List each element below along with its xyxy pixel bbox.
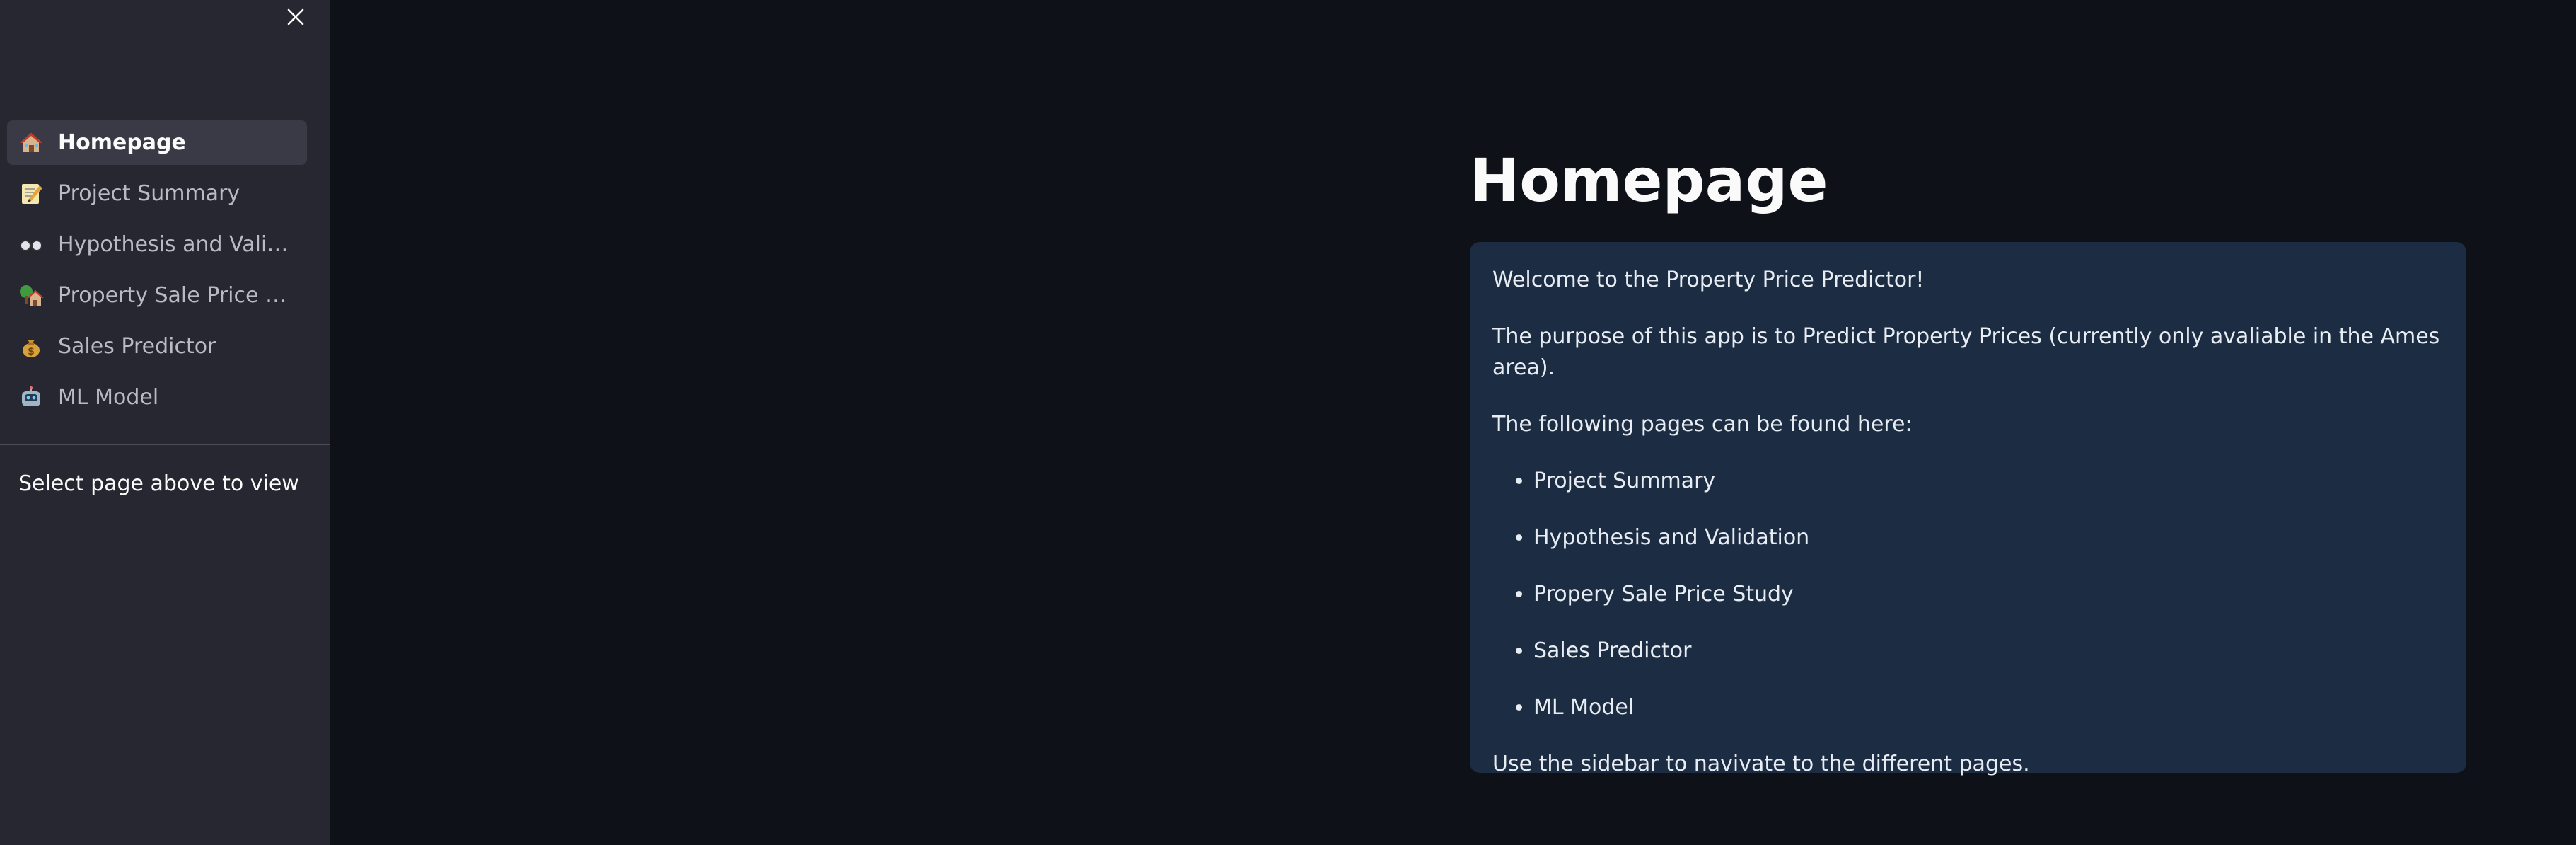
sidebar-item-label: Property Sale Price Stu…: [58, 283, 298, 308]
list-item: ML Model: [1533, 692, 2444, 723]
sidebar: Homepage Project Summary Hypothesis and …: [0, 0, 330, 845]
house-tree-icon: [18, 283, 44, 309]
list-item: Project Summary: [1533, 466, 2444, 497]
footer-text: Use the sidebar to navivate to the diffe…: [1492, 752, 2030, 776]
sidebar-item-label: Hypothesis and Validat…: [58, 232, 298, 257]
sidebar-item-homepage[interactable]: Homepage: [7, 120, 307, 165]
sidebar-note: Select page above to view: [18, 471, 299, 496]
svg-text:$: $: [28, 346, 35, 357]
close-sidebar-button[interactable]: [280, 1, 311, 33]
list-item: Propery Sale Price Study: [1533, 579, 2444, 610]
page-title: Homepage: [1470, 146, 1828, 215]
money-bag-icon: $: [18, 334, 44, 360]
sidebar-item-label: Project Summary: [58, 181, 240, 206]
purpose-text: The purpose of this app is to Predict Pr…: [1492, 324, 2440, 380]
info-box: Welcome to the Property Price Predictor!…: [1470, 242, 2466, 776]
memo-icon: [18, 181, 44, 207]
sidebar-divider: [0, 444, 330, 445]
app-window: Homepage Project Summary Hypothesis and …: [0, 0, 2576, 845]
house-icon: [18, 130, 44, 156]
sidebar-item-sales-predictor[interactable]: $ Sales Predictor: [7, 324, 307, 369]
robot-icon: [18, 385, 44, 410]
main-content: Homepage Welcome to the Property Price P…: [330, 0, 2576, 845]
list-item: Hypothesis and Validation: [1533, 522, 2444, 553]
sidebar-item-hypothesis[interactable]: Hypothesis and Validat…: [7, 222, 307, 267]
sidebar-nav: Homepage Project Summary Hypothesis and …: [7, 120, 307, 426]
close-icon: [287, 8, 304, 25]
glasses-icon: [18, 232, 44, 258]
pages-list: Project Summary Hypothesis and Validatio…: [1492, 466, 2444, 723]
sidebar-item-property-study[interactable]: Property Sale Price Stu…: [7, 273, 307, 318]
sidebar-item-label: Sales Predictor: [58, 334, 216, 359]
list-item: Sales Predictor: [1533, 636, 2444, 667]
pages-intro-text: The following pages can be found here:: [1492, 412, 1913, 437]
welcome-text: Welcome to the Property Price Predictor!: [1492, 268, 1925, 292]
sidebar-item-label: Homepage: [58, 130, 186, 155]
sidebar-item-project-summary[interactable]: Project Summary: [7, 171, 307, 216]
sidebar-item-label: ML Model: [58, 385, 159, 410]
sidebar-item-ml-model[interactable]: ML Model: [7, 375, 307, 420]
